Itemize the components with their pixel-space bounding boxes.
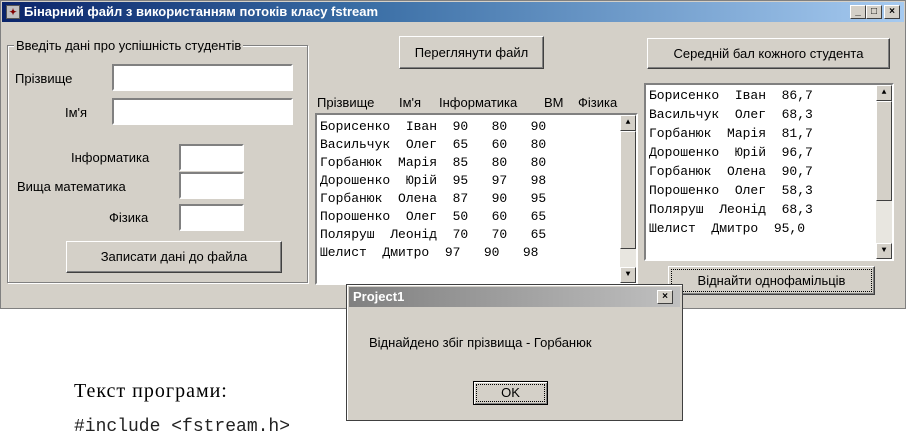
find-namesakes-button[interactable]: Віднайти однофамільців [668,266,875,295]
surname-label: Прізвище [15,71,73,86]
group-title: Введіть дані про успішність студентів [14,38,244,53]
average-score-button[interactable]: Середній бал кожного студента [647,38,890,69]
list-item[interactable]: Горбанюк Олена 87 90 95 [320,190,546,207]
scroll-thumb[interactable] [620,131,636,249]
dialog-titlebar[interactable]: Project1 × [349,287,680,307]
minimize-button[interactable]: _ [850,5,866,19]
ok-button[interactable]: OK [473,381,548,405]
list-item[interactable]: Горбанюк Марія 81,7 [649,125,813,142]
dialog-title: Project1 [353,289,405,304]
math-field[interactable] [179,172,244,199]
math-label: Вища математика [17,179,126,194]
column-header-name: Ім'я [399,95,422,110]
column-header-surname: Прізвище [317,95,375,110]
file-list-scrollbar[interactable]: ▲ ▼ [620,115,636,283]
informatics-label: Інформатика [71,150,150,165]
average-score-list[interactable]: Борисенко Іван 86,7 Васильчук Олег 68,3 … [644,83,894,261]
window-title: Бінарний файл з використанням потоків кл… [24,4,379,19]
name-field[interactable] [112,98,293,125]
list-item[interactable]: Дорошенко Юрій 95 97 98 [320,172,546,189]
informatics-field[interactable] [179,144,244,171]
scroll-thumb[interactable] [876,101,892,201]
document-heading: Текст програми: [74,380,228,402]
maximize-button[interactable]: □ [866,5,882,19]
list-item[interactable]: Васильчук Олег 65 60 80 [320,136,546,153]
app-icon: ✦ [6,5,20,19]
column-header-math: ВМ [544,95,564,110]
name-label: Ім'я [65,105,88,120]
list-item[interactable]: Поляруш Леонід 68,3 [649,201,813,218]
column-header-informatics: Інформатика [439,95,518,110]
list-item[interactable]: Дорошенко Юрій 96,7 [649,144,813,161]
list-item[interactable]: Шелист Дмитро 95,0 [649,220,805,237]
physics-label: Фізика [109,210,149,225]
message-dialog: Project1 × Віднайдено збіг прізвища - Го… [346,284,683,421]
list-item[interactable]: Горбанюк Марія 85 80 80 [320,154,546,171]
window-titlebar[interactable]: ✦ Бінарний файл з використанням потоків … [2,2,904,22]
view-file-button[interactable]: Переглянути файл [399,36,544,69]
scroll-up-icon[interactable]: ▲ [876,85,892,101]
physics-field[interactable] [179,204,244,231]
list-item[interactable]: Борисенко Іван 86,7 [649,87,813,104]
list-item[interactable]: Поляруш Леонід 70 70 65 [320,226,546,243]
column-header-physics: Фізика [578,95,618,110]
file-contents-list[interactable]: Борисенко Іван 90 80 90 Васильчук Олег 6… [315,113,638,285]
list-item[interactable]: Васильчук Олег 68,3 [649,106,813,123]
list-item[interactable]: Борисенко Іван 90 80 90 [320,118,546,135]
list-item[interactable]: Порошенко Олег 58,3 [649,182,813,199]
surname-field[interactable] [112,64,293,91]
scroll-down-icon[interactable]: ▼ [876,243,892,259]
list-item[interactable]: Горбанюк Олена 90,7 [649,163,813,180]
scroll-up-icon[interactable]: ▲ [620,115,636,131]
list-item[interactable]: Порошенко Олег 50 60 65 [320,208,546,225]
code-line: #include <fstream.h> [74,417,291,437]
dialog-message: Віднайдено збіг прізвища - Горбанюк [369,335,592,350]
write-to-file-button[interactable]: Записати дані до файла [66,241,282,273]
dialog-close-button[interactable]: × [657,290,673,304]
average-list-scrollbar[interactable]: ▲ ▼ [876,85,892,259]
main-window: ✦ Бінарний файл з використанням потоків … [0,0,906,309]
close-button[interactable]: × [884,5,900,19]
list-item[interactable]: Шелист Дмитро 97 90 98 [320,244,538,261]
scroll-down-icon[interactable]: ▼ [620,267,636,283]
